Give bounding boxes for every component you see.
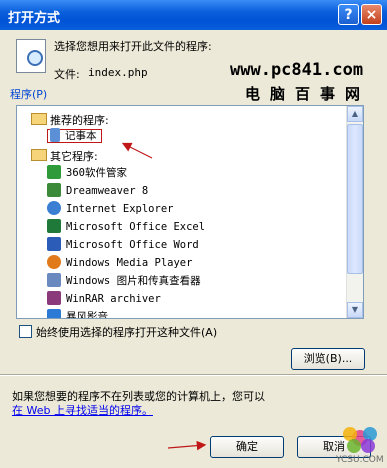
storm-player-icon bbox=[47, 309, 61, 318]
scroll-up-icon[interactable]: ▲ bbox=[347, 106, 363, 122]
annotation-arrow-ok bbox=[167, 440, 207, 451]
always-use-row[interactable]: 始终使用选择的程序打开这种文件(A) bbox=[19, 324, 217, 340]
separator bbox=[0, 374, 387, 376]
corner-watermark: YCSU.COM bbox=[336, 455, 384, 465]
notepad-icon bbox=[50, 128, 60, 142]
prompt-text: 选择您想用来打开此文件的程序: bbox=[54, 40, 212, 53]
list-item-ie[interactable]: Internet Explorer bbox=[47, 201, 173, 218]
browse-button[interactable]: 浏览(B)... bbox=[291, 348, 365, 370]
always-use-label: 始终使用选择的程序打开这种文件(A) bbox=[36, 326, 218, 339]
other-group: 其它程序: bbox=[31, 148, 98, 164]
recommended-group: 推荐的程序: bbox=[31, 112, 109, 128]
file-name: index.php bbox=[88, 66, 148, 79]
winrar-icon bbox=[47, 291, 61, 305]
list-item-word[interactable]: Microsoft Office Word bbox=[47, 237, 199, 254]
media-player-icon bbox=[47, 255, 61, 269]
list-item-dreamweaver[interactable]: Dreamweaver 8 bbox=[47, 183, 148, 200]
scroll-down-icon[interactable]: ▼ bbox=[347, 302, 363, 318]
list-item-excel[interactable]: Microsoft Office Excel bbox=[47, 219, 205, 236]
web-search-link[interactable]: 在 Web 上寻找适当的程序。 bbox=[12, 402, 153, 418]
program-list[interactable]: 推荐的程序: 记事本 其它程序: 360软件管家 Dreamweaver 8 I… bbox=[16, 105, 364, 319]
list-item-picture-viewer[interactable]: Windows 图片和传真查看器 bbox=[47, 273, 201, 290]
ie-icon bbox=[47, 201, 61, 215]
recommended-label: 推荐的程序: bbox=[50, 114, 109, 127]
scroll-thumb[interactable] bbox=[347, 124, 363, 274]
ok-button[interactable]: 确定 bbox=[210, 436, 284, 458]
list-item-notepad[interactable]: 记事本 bbox=[47, 128, 102, 145]
file-search-icon bbox=[16, 39, 46, 73]
programs-group-label: 程序(P) bbox=[10, 88, 48, 101]
list-item-winrar[interactable]: WinRAR archiver bbox=[47, 291, 161, 308]
dreamweaver-icon bbox=[47, 183, 61, 197]
360-icon bbox=[47, 165, 61, 179]
word-icon bbox=[47, 237, 61, 251]
title-bar[interactable]: 打开方式 ? × bbox=[0, 0, 387, 30]
help-button[interactable]: ? bbox=[338, 4, 359, 25]
window-title: 打开方式 bbox=[8, 11, 61, 26]
picture-viewer-icon bbox=[47, 273, 61, 287]
excel-icon bbox=[47, 219, 61, 233]
folder-icon bbox=[31, 113, 47, 125]
flower-logo-icon bbox=[343, 427, 377, 453]
always-use-checkbox[interactable] bbox=[19, 325, 32, 338]
watermark-name: 电脑百事网 bbox=[245, 85, 371, 103]
list-item-360[interactable]: 360软件管家 bbox=[47, 165, 127, 182]
other-label: 其它程序: bbox=[50, 150, 98, 163]
watermark-site: www.pc841.com bbox=[230, 60, 364, 80]
list-item-storm-player[interactable]: 暴风影音 bbox=[47, 309, 108, 318]
file-label: 文件: bbox=[54, 68, 80, 81]
list-scrollbar[interactable]: ▲ ▼ bbox=[346, 106, 363, 318]
folder-icon bbox=[31, 149, 47, 161]
list-item-media-player[interactable]: Windows Media Player bbox=[47, 255, 192, 272]
close-button[interactable]: × bbox=[361, 4, 382, 25]
